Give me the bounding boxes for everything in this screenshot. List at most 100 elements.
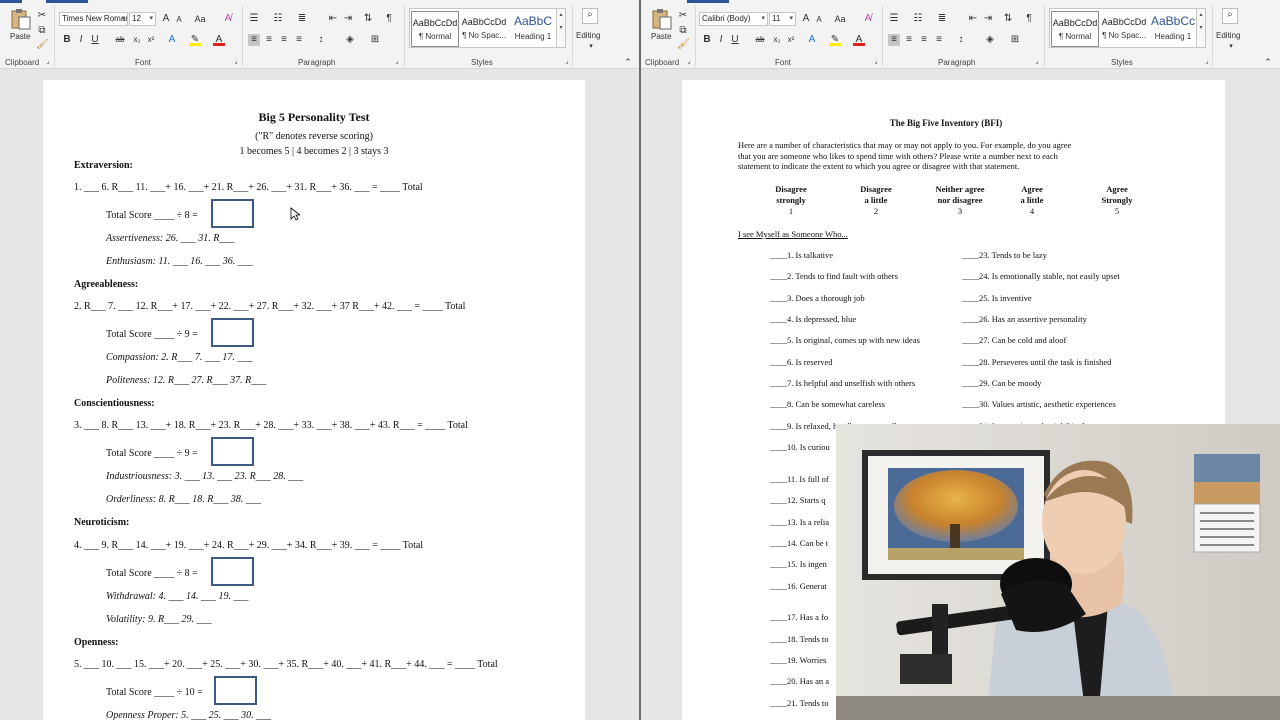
clear-formatting-icon[interactable]: A̸ [862,13,874,25]
italic-button[interactable]: I [715,34,727,46]
align-right-icon[interactable]: ≡ [278,34,290,46]
separator [1212,6,1213,66]
inventory-item: ____21. Tends to [770,698,829,708]
cut-icon[interactable]: ✂ [677,10,689,22]
inventory-item: ____20. Has an a [770,676,830,686]
underline-button[interactable]: U [89,34,101,46]
search-icon[interactable]: ⌕ [1222,8,1238,24]
font-name-combo[interactable]: Times New Roman ▾ [59,12,128,26]
decrease-indent-icon[interactable]: ⇤ [327,13,339,25]
clipboard-icon [11,9,31,30]
grow-font-icon[interactable]: A [800,13,812,25]
inventory-item: ____11. Is full of [770,474,829,484]
justify-icon[interactable]: ≡ [933,34,945,46]
dialog-launcher-icon[interactable]: ⌟ [1031,56,1043,68]
highlight-icon[interactable]: ✎ [829,34,841,46]
strikethrough-button[interactable]: ab [754,34,766,46]
bold-button[interactable]: B [61,34,73,46]
multilevel-list-icon[interactable]: ≣ [936,13,948,25]
separator [54,6,55,66]
format-painter-icon[interactable]: 🖌 [677,39,690,51]
shading-icon[interactable]: ◈ [344,34,356,46]
styles-gallery[interactable]: AaBbCcDd ¶ Normal AaBbCcDd ¶ No Spac... … [1049,8,1197,48]
style-heading-1[interactable]: AaBbC Heading 1 [509,11,557,47]
increase-indent-icon[interactable]: ⇥ [982,13,994,25]
collapse-ribbon-icon[interactable]: ⌃ [622,56,634,68]
sort-icon[interactable]: ⇅ [1002,13,1014,25]
dialog-launcher-icon[interactable]: ⌟ [870,56,882,68]
align-right-icon[interactable]: ≡ [918,34,930,46]
dialog-launcher-icon[interactable]: ⌟ [230,56,242,68]
dialog-launcher-icon[interactable]: ⌟ [683,56,695,68]
subscript-button[interactable]: x₂ [771,34,783,46]
bullets-icon[interactable]: ☰ [248,13,260,25]
score-formula: 3. ___ 8. R___ 13. ___+ 18. R___+ 23. R_… [74,420,468,431]
scale-label: a little [864,195,888,205]
chevron-down-icon: ▾ [789,15,793,22]
editing-button[interactable]: Editing [1216,31,1240,40]
align-center-icon[interactable]: ≡ [263,34,275,46]
text-effects-icon[interactable]: A [166,34,178,46]
align-center-icon[interactable]: ≡ [903,34,915,46]
grow-font-icon[interactable]: A [160,13,172,25]
styles-scroll[interactable]: ▴ ▾ [1196,8,1206,48]
increase-indent-icon[interactable]: ⇥ [342,13,354,25]
styles-gallery[interactable]: AaBbCcDd ¶ Normal AaBbCcDd ¶ No Spac... … [409,8,557,48]
dialog-launcher-icon[interactable]: ⌟ [42,56,54,68]
change-case-icon[interactable]: Aa [832,13,848,25]
italic-button[interactable]: I [75,34,87,46]
paste-button[interactable] [9,8,31,30]
align-left-icon[interactable]: ≡ [888,34,900,46]
borders-icon[interactable]: ⊞ [369,34,381,46]
strikethrough-button[interactable]: ab [114,34,126,46]
style-no-spacing[interactable]: AaBbCcDd ¶ No Spac... [1100,11,1148,47]
shrink-font-icon[interactable]: A [813,14,825,26]
search-icon[interactable]: ⌕ [582,8,598,24]
text-effects-icon[interactable]: A [806,34,818,46]
font-name-combo[interactable]: Calibri (Body) ▾ [699,12,768,26]
document-page[interactable]: Big 5 Personality Test ("R" denotes reve… [43,80,585,720]
borders-icon[interactable]: ⊞ [1009,34,1021,46]
font-size-combo[interactable]: 11 ▾ [769,12,796,26]
style-normal[interactable]: AaBbCcDd ¶ Normal [1051,11,1099,47]
font-color-icon[interactable]: A [853,34,865,46]
subscript-button[interactable]: x₂ [131,34,143,46]
decrease-indent-icon[interactable]: ⇤ [967,13,979,25]
change-case-icon[interactable]: Aa [192,13,208,25]
inventory-item: ____3. Does a thorough job [770,293,865,303]
multilevel-list-icon[interactable]: ≣ [296,13,308,25]
show-marks-icon[interactable]: ¶ [383,13,395,25]
underline-button[interactable]: U [729,34,741,46]
style-heading-1[interactable]: AaBbCc Heading 1 [1149,11,1197,47]
bold-button[interactable]: B [701,34,713,46]
dialog-launcher-icon[interactable]: ⌟ [391,56,403,68]
font-size-combo[interactable]: 12 ▾ [129,12,156,26]
bullets-icon[interactable]: ☰ [888,13,900,25]
highlight-icon[interactable]: ✎ [189,34,201,46]
collapse-ribbon-icon[interactable]: ⌃ [1262,56,1274,68]
justify-icon[interactable]: ≡ [293,34,305,46]
shading-icon[interactable]: ◈ [984,34,996,46]
sort-icon[interactable]: ⇅ [362,13,374,25]
show-marks-icon[interactable]: ¶ [1023,13,1035,25]
format-painter-icon[interactable]: 🖌 [36,39,49,51]
cut-icon[interactable]: ✂ [36,10,48,22]
numbering-icon[interactable]: ☷ [912,13,924,25]
document-area[interactable]: Big 5 Personality Test ("R" denotes reve… [0,70,640,720]
copy-icon[interactable]: ⧉ [36,25,48,37]
line-spacing-icon[interactable]: ↕ [315,34,327,46]
superscript-button[interactable]: x² [785,34,797,46]
align-left-icon[interactable]: ≡ [248,34,260,46]
editing-button[interactable]: Editing [576,31,600,40]
line-spacing-icon[interactable]: ↕ [955,34,967,46]
shrink-font-icon[interactable]: A [173,14,185,26]
style-normal[interactable]: AaBbCcDd ¶ Normal [411,11,459,47]
clear-formatting-icon[interactable]: A̸ [222,13,234,25]
styles-scroll[interactable]: ▴ ▾ [556,8,566,48]
numbering-icon[interactable]: ☷ [272,13,284,25]
style-no-spacing[interactable]: AaBbCcDd ¶ No Spac... [460,11,508,47]
paste-button[interactable] [650,8,672,30]
font-color-icon[interactable]: A [213,34,225,46]
copy-icon[interactable]: ⧉ [677,25,689,37]
superscript-button[interactable]: x² [145,34,157,46]
